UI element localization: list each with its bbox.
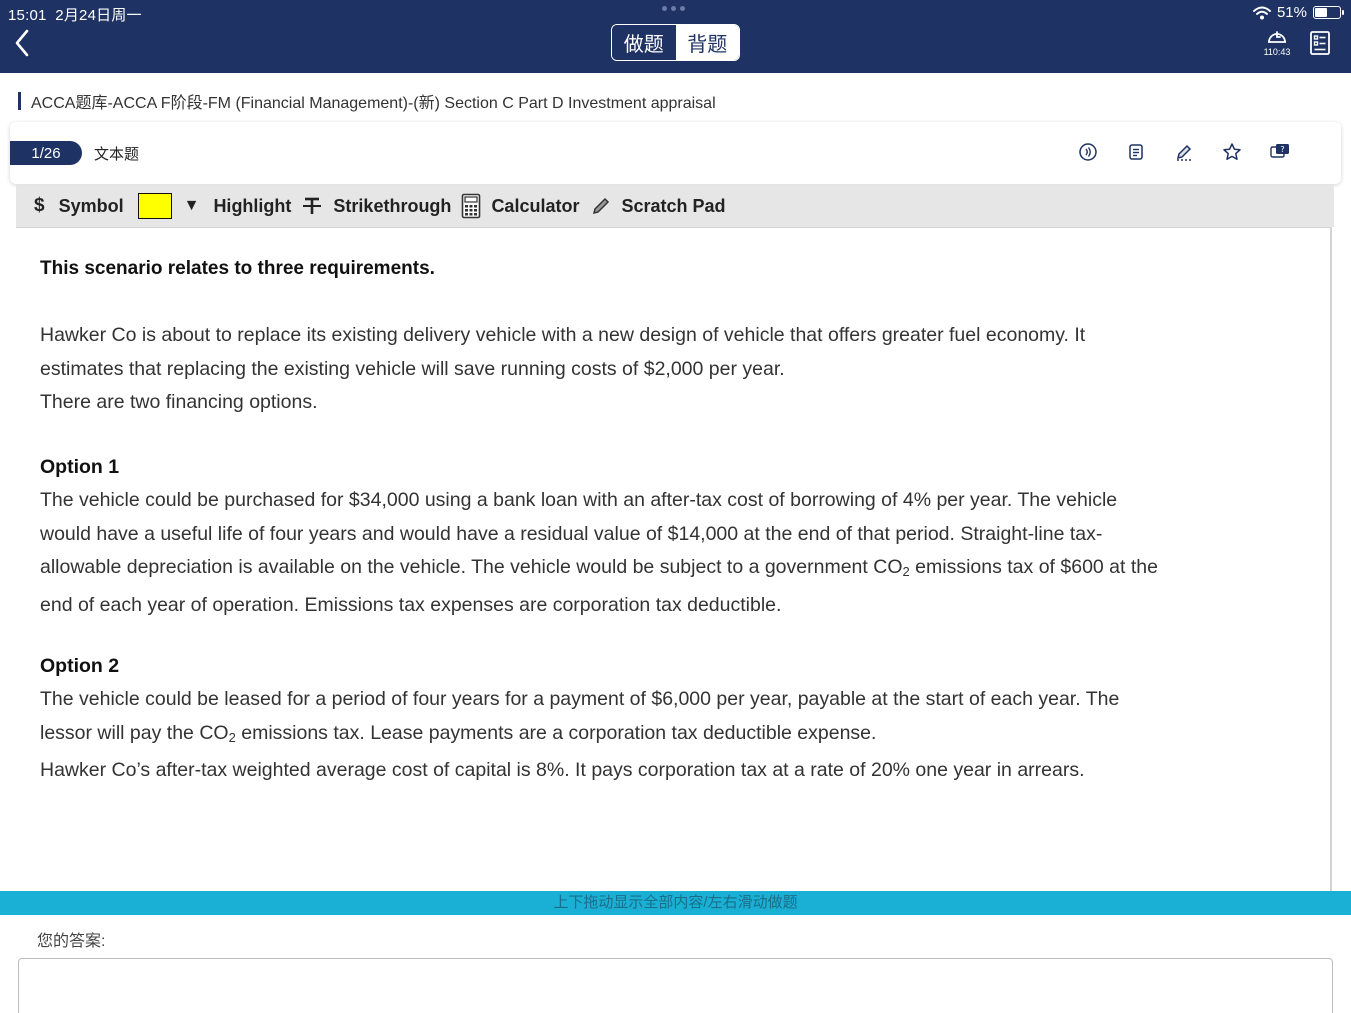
text-line: Hawker Co is about to replace its existi… xyxy=(40,324,1086,346)
text-line: There are two financing options. xyxy=(40,391,318,413)
symbol-label: Symbol xyxy=(58,195,124,216)
battery-percent: 51% xyxy=(1276,4,1307,21)
star-icon xyxy=(1223,143,1241,160)
question-type: 文本题 xyxy=(94,146,140,163)
edit-button[interactable] xyxy=(1173,140,1195,164)
scenario-intro: This scenario relates to three requireme… xyxy=(40,258,435,279)
notes-button[interactable] xyxy=(1125,140,1147,164)
alarm-clock-icon xyxy=(1268,31,1286,43)
text-line: Hawker Co’s after-tax weighted average c… xyxy=(40,759,1085,781)
tab-practice[interactable]: 做题 xyxy=(612,25,676,60)
scenario-paragraph-1: Hawker Co is about to replace its existi… xyxy=(40,319,1310,420)
text-line: estimates that replacing the existing ve… xyxy=(40,357,785,380)
breadcrumb-text: ACCA题库-ACCA F阶段-FM (Financial Management… xyxy=(31,95,716,112)
status-time-date: 15:01 2月24日周一 xyxy=(8,4,142,25)
strikethrough-icon xyxy=(303,197,322,214)
option-1-title: Option 1 xyxy=(40,456,120,478)
question-number-badge: 1/26 xyxy=(10,141,82,165)
notes-icon xyxy=(1129,144,1143,160)
calculator-icon xyxy=(462,193,481,219)
text-line: lessor will pay the CO2 emissions tax. L… xyxy=(40,721,877,745)
exam-toolbar: $ Symbol ▼ Highlight Strikethrough Calcu… xyxy=(16,185,1334,227)
option-2-paragraph: The vehicle could be leased for a period… xyxy=(40,683,1310,788)
chevron-left-icon xyxy=(15,29,29,57)
breadcrumb-marker xyxy=(18,92,21,110)
status-date: 2月24日周一 xyxy=(55,7,142,24)
calculator-button[interactable]: Calculator xyxy=(461,185,579,227)
question-header-card: 1/26 文本题 ? xyxy=(10,122,1341,184)
highlight-color-swatch[interactable] xyxy=(137,193,172,219)
back-button[interactable] xyxy=(8,26,36,60)
timer-button[interactable]: 110:43 xyxy=(1259,26,1295,60)
text-line: allowable depreciation is available on t… xyxy=(40,556,1158,579)
timer-text: 110:43 xyxy=(1263,47,1291,57)
text-line: end of each year of operation. Emissions… xyxy=(40,593,782,616)
drag-hint-bar[interactable]: 上下拖动显示全部内容/左右滑动做题 xyxy=(0,891,1351,915)
scratch-pad-button[interactable]: Scratch Pad xyxy=(591,185,726,227)
status-right: 51% xyxy=(1252,4,1344,21)
strikethrough-label: Strikethrough xyxy=(333,195,452,216)
triangle-down-icon[interactable]: ▼ xyxy=(184,197,200,215)
dollar-icon: $ xyxy=(34,195,45,216)
strikethrough-button[interactable]: Strikethrough xyxy=(301,185,451,227)
wifi-icon xyxy=(1252,6,1271,19)
highlight-label: Highlight xyxy=(213,195,292,216)
favorite-button[interactable] xyxy=(1221,140,1243,164)
scratch-pad-label: Scratch Pad xyxy=(621,195,726,216)
answer-sheet-button[interactable] xyxy=(1309,30,1331,56)
battery-icon xyxy=(1313,6,1344,19)
question-content[interactable]: This scenario relates to three requireme… xyxy=(16,227,1332,891)
calculator-label: Calculator xyxy=(491,195,580,216)
option-2-title: Option 2 xyxy=(40,655,120,677)
tab-review[interactable]: 背题 xyxy=(675,25,739,60)
multitasking-dots[interactable] xyxy=(662,6,685,11)
ask-question-button[interactable]: ? xyxy=(1269,140,1291,164)
battery-fill xyxy=(1315,8,1327,17)
question-tools: ? xyxy=(1077,140,1291,164)
svg-text:?: ? xyxy=(1280,145,1284,154)
audio-button[interactable] xyxy=(1077,140,1099,164)
mode-segmented-control: 做题 背题 xyxy=(611,24,740,61)
top-navigation-bar: 15:01 2月24日周一 51% 做题 背题 110:43 xyxy=(0,0,1351,73)
pencil-icon xyxy=(593,197,610,215)
answer-input[interactable] xyxy=(18,958,1333,1013)
answer-sheet-icon xyxy=(1310,31,1330,55)
pencil-icon xyxy=(1176,144,1192,161)
text-line: The vehicle could be purchased for $34,0… xyxy=(40,489,1118,511)
answer-label: 您的答案: xyxy=(37,933,106,950)
highlight-button[interactable]: Highlight xyxy=(213,185,291,227)
text-line: The vehicle could be leased for a period… xyxy=(40,688,1120,710)
question-chat-icon: ? xyxy=(1270,144,1289,158)
breadcrumb: ACCA题库-ACCA F阶段-FM (Financial Management… xyxy=(18,90,716,112)
option-1-paragraph: The vehicle could be purchased for $34,0… xyxy=(40,484,1310,622)
status-time: 15:01 xyxy=(8,7,47,24)
symbol-button[interactable]: $ Symbol xyxy=(34,185,124,227)
audio-icon xyxy=(1079,143,1097,161)
text-line: would have a useful life of four years a… xyxy=(40,522,1103,545)
